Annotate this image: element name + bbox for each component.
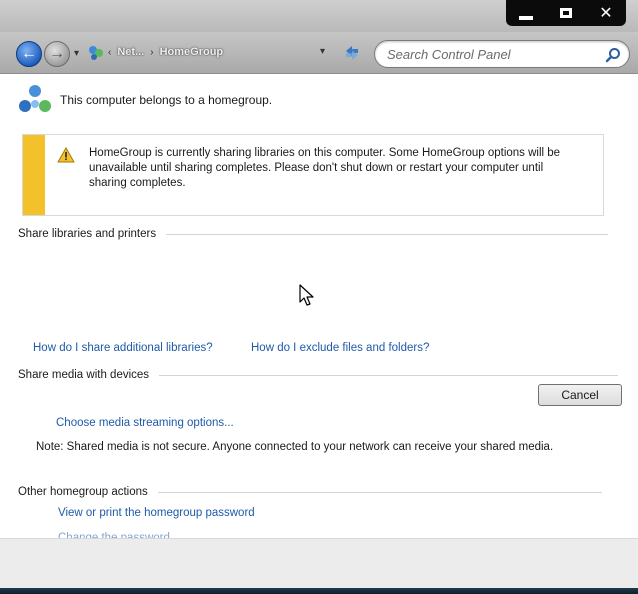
chevron-down-icon: ▾ (74, 48, 80, 59)
back-arrow-icon: ← (21, 45, 37, 62)
chevron-down-icon: ▾ (320, 46, 326, 57)
section-title: Share libraries and printers (18, 228, 157, 240)
section-divider (166, 233, 608, 235)
window-footer (0, 538, 638, 588)
mouse-cursor-icon (299, 284, 314, 306)
close-icon: ✕ (599, 5, 613, 22)
section-title: Share media with devices (18, 369, 150, 381)
control-panel-icon (89, 46, 103, 60)
warning-icon (57, 147, 75, 163)
section-share-media: Share media with devices (18, 369, 618, 381)
view-password-link[interactable]: View or print the homegroup password (58, 507, 255, 519)
section-title: Other homegroup actions (18, 486, 148, 498)
section-other-actions: Other homegroup actions (18, 486, 602, 498)
share-additional-libraries-link[interactable]: How do I share additional libraries? (33, 342, 213, 354)
search-input[interactable]: Search Control Panel (387, 47, 511, 62)
media-streaming-link[interactable]: Choose media streaming options... (56, 417, 234, 429)
maximize-button[interactable] (546, 0, 586, 26)
search-box[interactable]: Search Control Panel (374, 40, 630, 68)
navigation-bar: ← → ▾ ‹ Net... › HomeGroup ▾ Search Cont… (0, 32, 638, 74)
section-divider (159, 374, 618, 376)
breadcrumb-network[interactable]: Net... (117, 46, 144, 58)
shared-media-note: Note: Shared media is not secure. Anyone… (36, 441, 554, 453)
breadcrumb-separator-icon: › (150, 46, 154, 58)
homegroup-icon (19, 85, 51, 112)
window-controls: ✕ (506, 0, 626, 26)
back-button[interactable]: ← (16, 41, 42, 67)
section-divider (157, 491, 602, 493)
title-bar: ✕ (0, 0, 638, 32)
address-dropdown[interactable]: ▾ (320, 46, 325, 57)
breadcrumb: ‹ Net... › HomeGroup (108, 46, 223, 58)
breadcrumb-separator-icon: ‹ (108, 46, 112, 58)
homegroup-window: ✕ ← → ▾ ‹ Net... › HomeGroup ▾ Search Co… (0, 0, 638, 594)
homegroup-status: This computer belongs to a homegroup. (18, 84, 272, 116)
window-bottom-edge (0, 588, 638, 594)
breadcrumb-homegroup[interactable]: HomeGroup (160, 46, 224, 58)
minimize-icon (519, 16, 533, 20)
recent-pages-dropdown[interactable]: ▾ (74, 48, 79, 59)
exclude-files-link[interactable]: How do I exclude files and folders? (251, 342, 429, 354)
search-icon[interactable] (605, 47, 621, 63)
main-content: This computer belongs to a homegroup. Ho… (12, 78, 626, 538)
warning-accent-bar (23, 135, 45, 215)
forward-button[interactable]: → (44, 41, 70, 67)
close-button[interactable]: ✕ (586, 0, 626, 26)
section-share-libraries: Share libraries and printers (18, 228, 608, 240)
refresh-icon[interactable] (342, 43, 362, 63)
cancel-button[interactable]: Cancel (538, 384, 622, 406)
forward-arrow-icon: → (49, 45, 65, 62)
minimize-button[interactable] (506, 0, 546, 26)
maximize-icon (560, 8, 572, 18)
homegroup-status-text: This computer belongs to a homegroup. (60, 93, 273, 107)
sharing-warning-panel: HomeGroup is currently sharing libraries… (22, 134, 604, 216)
warning-text: HomeGroup is currently sharing libraries… (89, 147, 561, 189)
